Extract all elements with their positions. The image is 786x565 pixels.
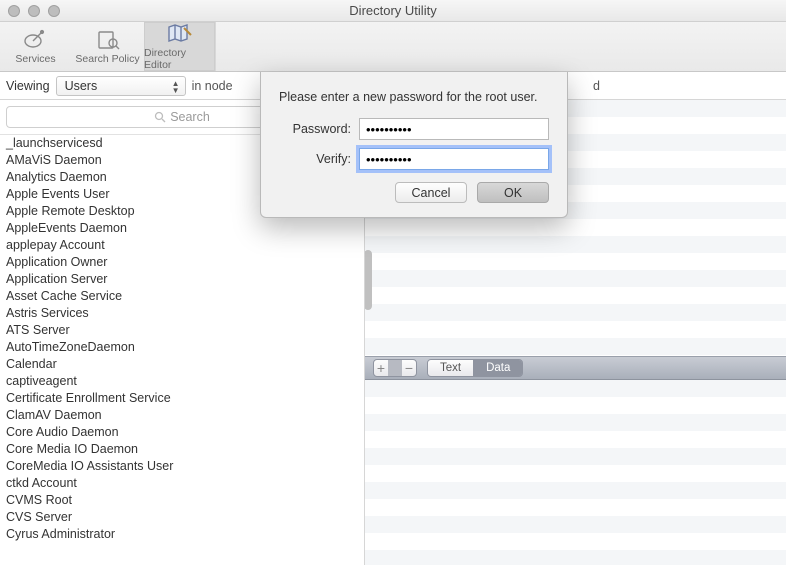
detail-rows-bottom bbox=[365, 380, 786, 565]
viewing-select-value: Users bbox=[65, 79, 98, 93]
list-item[interactable]: captiveagent bbox=[0, 373, 364, 390]
list-item[interactable]: ctkd Account bbox=[0, 475, 364, 492]
list-item[interactable]: CoreMedia IO Assistants User bbox=[0, 458, 364, 475]
action-strip: + − Text Data bbox=[365, 356, 786, 380]
list-item[interactable]: CVS Server bbox=[0, 509, 364, 526]
plus-icon[interactable]: + bbox=[374, 360, 388, 376]
list-item[interactable]: applepay Account bbox=[0, 237, 364, 254]
toolbar-item-label: Directory Editor bbox=[144, 47, 215, 71]
password-field[interactable] bbox=[359, 118, 549, 140]
list-item[interactable]: Astris Services bbox=[0, 305, 364, 322]
text-data-segmented[interactable]: Text Data bbox=[427, 359, 523, 377]
updown-arrows-icon: ▲▼ bbox=[172, 80, 180, 94]
toolbar-item-label: Search Policy bbox=[75, 53, 139, 65]
scrollbar-thumb[interactable] bbox=[365, 250, 372, 310]
segment-data[interactable]: Data bbox=[473, 360, 522, 376]
magnifier-document-icon bbox=[94, 28, 122, 52]
password-sheet: Please enter a new password for the root… bbox=[260, 72, 568, 218]
search-placeholder: Search bbox=[170, 110, 210, 124]
toolbar: Services Search Policy Directory Editor bbox=[0, 22, 786, 72]
list-item[interactable]: Core Audio Daemon bbox=[0, 424, 364, 441]
toolbar-item-services[interactable]: Services bbox=[0, 22, 72, 71]
trailing-text: d bbox=[593, 79, 600, 93]
list-item[interactable]: Certificate Enrollment Service bbox=[0, 390, 364, 407]
toolbar-item-search-policy[interactable]: Search Policy bbox=[72, 22, 144, 71]
list-item[interactable]: Core Media IO Daemon bbox=[0, 441, 364, 458]
list-item[interactable]: Cyrus Administrator bbox=[0, 526, 364, 543]
ok-button[interactable]: OK bbox=[477, 182, 549, 203]
cancel-button[interactable]: Cancel bbox=[395, 182, 467, 203]
window-title: Directory Utility bbox=[0, 3, 786, 18]
toolbar-item-directory-editor[interactable]: Directory Editor bbox=[144, 22, 216, 71]
segment-text[interactable]: Text bbox=[428, 360, 473, 376]
titlebar: Directory Utility bbox=[0, 0, 786, 22]
search-icon bbox=[154, 111, 166, 123]
sheet-prompt: Please enter a new password for the root… bbox=[279, 90, 549, 104]
add-remove-buttons[interactable]: + − bbox=[373, 359, 417, 377]
list-item[interactable]: CVMS Root bbox=[0, 492, 364, 509]
list-item[interactable]: Application Owner bbox=[0, 254, 364, 271]
list-item[interactable]: Application Server bbox=[0, 271, 364, 288]
map-pencil-icon bbox=[166, 22, 194, 46]
verify-field[interactable] bbox=[359, 148, 549, 170]
minus-icon[interactable]: − bbox=[402, 360, 416, 376]
viewing-label: Viewing bbox=[6, 79, 50, 93]
verify-label: Verify: bbox=[279, 152, 351, 166]
toolbar-item-label: Services bbox=[15, 53, 55, 65]
in-node-label: in node bbox=[192, 79, 233, 93]
list-item[interactable]: Asset Cache Service bbox=[0, 288, 364, 305]
list-item[interactable]: AppleEvents Daemon bbox=[0, 220, 364, 237]
list-item[interactable]: ClamAV Daemon bbox=[0, 407, 364, 424]
list-item[interactable]: ATS Server bbox=[0, 322, 364, 339]
satellite-dish-icon bbox=[22, 28, 50, 52]
list-item[interactable]: AutoTimeZoneDaemon bbox=[0, 339, 364, 356]
viewing-select[interactable]: Users ▲▼ bbox=[56, 76, 186, 96]
password-label: Password: bbox=[279, 122, 351, 136]
list-item[interactable]: Calendar bbox=[0, 356, 364, 373]
